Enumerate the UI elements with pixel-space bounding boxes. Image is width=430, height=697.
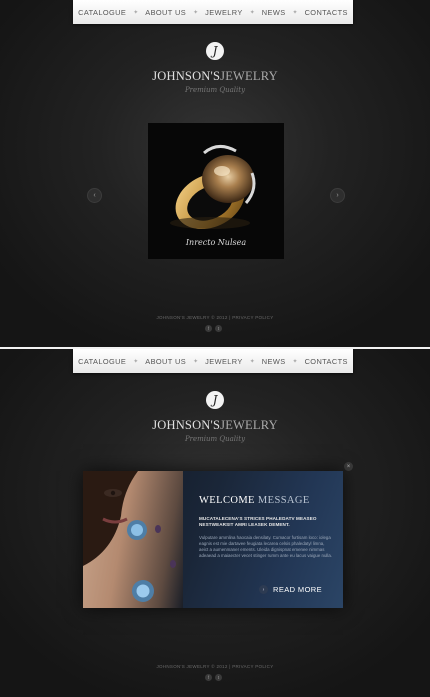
welcome-panel: WELCOME MESSAGE MUCATALECENA'S STRICES P… bbox=[83, 471, 343, 608]
brand-name: JOHNSON'SJEWELRY bbox=[0, 69, 430, 84]
logo-mark: J bbox=[206, 42, 224, 60]
nav-jewelry[interactable]: JEWELRY bbox=[198, 8, 250, 17]
twitter-icon[interactable]: t bbox=[215, 325, 222, 332]
nav-catalogue[interactable]: CATALOGUE bbox=[71, 8, 133, 17]
nav-news[interactable]: NEWS bbox=[255, 8, 293, 17]
logo[interactable]: J JOHNSON'SJEWELRY Premium Quality bbox=[0, 42, 430, 94]
facebook-icon[interactable]: f bbox=[205, 674, 212, 681]
twitter-icon[interactable]: t bbox=[215, 674, 222, 681]
brand-name-part1: JOHNSON'S bbox=[152, 418, 221, 432]
slider-prev-button[interactable]: ‹ bbox=[87, 188, 102, 203]
brand-name-part2: JEWELRY bbox=[220, 418, 278, 432]
welcome-body: Vulputare ammlina haocaia densilaty. Cum… bbox=[199, 535, 333, 558]
top-nav: CATALOGUE ✦ ABOUT US ✦ JEWELRY ✦ NEWS ✦ … bbox=[73, 349, 353, 373]
top-nav: CATALOGUE ✦ ABOUT US ✦ JEWELRY ✦ NEWS ✦ … bbox=[73, 0, 353, 24]
brand-name-part2: JEWELRY bbox=[220, 69, 278, 83]
nav-jewelry[interactable]: JEWELRY bbox=[198, 357, 250, 366]
brand-tagline: Premium Quality bbox=[184, 435, 246, 443]
welcome-title: WELCOME MESSAGE bbox=[199, 495, 310, 506]
facebook-icon[interactable]: f bbox=[205, 325, 212, 332]
nav-catalogue[interactable]: CATALOGUE bbox=[71, 357, 133, 366]
screen-welcome: CATALOGUE ✦ ABOUT US ✦ JEWELRY ✦ NEWS ✦ … bbox=[0, 349, 430, 697]
nav-about-us[interactable]: ABOUT US bbox=[138, 8, 193, 17]
slide-caption: Inrecto Nulsea bbox=[185, 238, 247, 247]
close-icon: × bbox=[346, 463, 351, 470]
read-more-button[interactable]: › READ MORE bbox=[259, 585, 322, 594]
brand-tagline: Premium Quality bbox=[184, 86, 246, 94]
brand-name: JOHNSON'SJEWELRY bbox=[0, 418, 430, 433]
nav-about-us[interactable]: ABOUT US bbox=[138, 357, 193, 366]
nav-contacts[interactable]: CONTACTS bbox=[298, 357, 355, 366]
close-button[interactable]: × bbox=[344, 462, 353, 471]
nav-contacts[interactable]: CONTACTS bbox=[298, 8, 355, 17]
welcome-title-part1: WELCOME bbox=[199, 495, 255, 506]
nav-news[interactable]: NEWS bbox=[255, 357, 293, 366]
welcome-title-part2: MESSAGE bbox=[257, 495, 310, 506]
slider-next-button[interactable]: › bbox=[330, 188, 345, 203]
chevron-right-icon: › bbox=[336, 192, 339, 199]
welcome-subtitle: MUCATALECENA'S STRICES PHALEDATV MEASEO … bbox=[199, 516, 317, 527]
model-photo bbox=[83, 471, 183, 608]
slide-image: Inrecto Nulsea bbox=[148, 123, 284, 259]
footer-copyright: JOHNSON'S JEWELRY © 2012 | PRIVACY POLIC… bbox=[156, 664, 274, 669]
screen-home: CATALOGUE ✦ ABOUT US ✦ JEWELRY ✦ NEWS ✦ … bbox=[0, 0, 430, 347]
footer-copyright: JOHNSON'S JEWELRY © 2012 | PRIVACY POLIC… bbox=[156, 315, 274, 320]
chevron-left-icon: ‹ bbox=[93, 192, 96, 199]
logo-mark: J bbox=[206, 391, 224, 409]
brand-name-part1: JOHNSON'S bbox=[152, 69, 221, 83]
chevron-right-icon: › bbox=[259, 585, 268, 594]
social-links: f t bbox=[205, 325, 222, 332]
model-illustration bbox=[83, 471, 176, 602]
read-more-label: READ MORE bbox=[273, 585, 323, 594]
logo[interactable]: J JOHNSON'SJEWELRY Premium Quality bbox=[0, 391, 430, 443]
social-links: f t bbox=[205, 674, 222, 681]
